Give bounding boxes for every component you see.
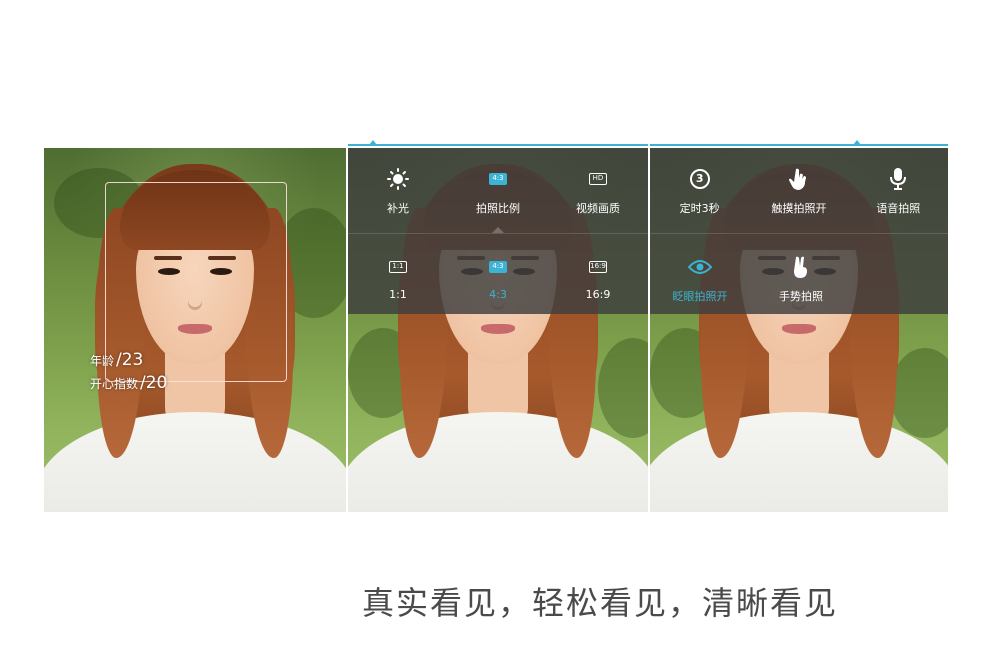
caption-slogan: 真实看见，轻松看见，清晰看见 bbox=[362, 584, 839, 622]
touch-capture-button[interactable]: 触摸拍照开 bbox=[754, 166, 844, 232]
menu-accent-line-1 bbox=[348, 144, 648, 146]
settings-tab-row: 补光 4:3 拍照比例 HD 视频画质 bbox=[348, 166, 648, 232]
menu-accent-tick-2 bbox=[853, 140, 861, 145]
ratio-option-4-3[interactable]: 4:3 4:3 bbox=[453, 254, 543, 306]
ratio-option-1-1[interactable]: 1:1 1:1 bbox=[353, 254, 443, 306]
menu-accent-tick-1 bbox=[369, 140, 377, 145]
touch-capture-label: 触摸拍照开 bbox=[771, 202, 827, 215]
voice-capture-button[interactable]: 语音拍照 bbox=[853, 166, 943, 232]
tab-fill-light[interactable]: 补光 bbox=[353, 166, 443, 232]
ratio-option-1-1-label: 1:1 bbox=[389, 288, 407, 301]
timer-3s-label: 定时3秒 bbox=[679, 202, 720, 215]
camera-settings-menu: 补光 4:3 拍照比例 HD 视频画质 1:1 1:1 4:3 4:3 16:9… bbox=[348, 148, 648, 314]
tab-photo-ratio-label: 拍照比例 bbox=[476, 202, 520, 215]
aspect-ratio-icon: 4:3 bbox=[489, 166, 507, 192]
timer-icon: 3 bbox=[689, 166, 710, 192]
tab-photo-ratio[interactable]: 4:3 拍照比例 bbox=[453, 166, 543, 232]
ratio-option-16-9-label: 16:9 bbox=[585, 288, 611, 301]
gesture-capture-button[interactable]: 手势拍照 bbox=[756, 254, 846, 306]
victory-hand-icon bbox=[791, 254, 811, 280]
tab-video-quality-label: 视频画质 bbox=[576, 202, 620, 215]
ratio-options-row: 1:1 1:1 4:3 4:3 16:9 16:9 bbox=[348, 254, 648, 306]
ratio-4-3-icon: 4:3 bbox=[489, 254, 507, 280]
ratio-settings-panel: 补光 4:3 拍照比例 HD 视频画质 1:1 1:1 4:3 4:3 16:9… bbox=[348, 148, 648, 512]
smile-index-stat: 开心指数 /20 bbox=[90, 373, 167, 393]
smile-index-label: 开心指数 bbox=[90, 377, 139, 391]
age-label: 年龄 bbox=[90, 354, 115, 368]
capture-modes-panel: 3 定时3秒 触摸拍照开 语音拍照 眨眼拍照开 手势拍照 bbox=[650, 148, 948, 512]
capture-modes-menu: 3 定时3秒 触摸拍照开 语音拍照 眨眼拍照开 手势拍照 bbox=[650, 148, 948, 314]
timer-3s-button[interactable]: 3 定时3秒 bbox=[655, 166, 745, 232]
ratio-option-4-3-label: 4:3 bbox=[489, 288, 507, 301]
face-detect-panel: 年龄 /23 开心指数 /20 bbox=[44, 148, 346, 512]
age-stat: 年龄 /23 bbox=[90, 350, 143, 370]
age-value: /23 bbox=[116, 350, 144, 370]
tab-video-quality[interactable]: HD 视频画质 bbox=[553, 166, 643, 232]
sun-icon bbox=[387, 166, 409, 192]
blink-capture-label: 眨眼拍照开 bbox=[672, 290, 728, 303]
video-quality-icon: HD bbox=[589, 166, 607, 192]
gesture-capture-label: 手势拍照 bbox=[779, 290, 823, 303]
menu-accent-line-2 bbox=[650, 144, 948, 146]
microphone-icon bbox=[890, 166, 907, 192]
capture-modes-row-1: 3 定时3秒 触摸拍照开 语音拍照 bbox=[650, 166, 948, 232]
blink-capture-button[interactable]: 眨眼拍照开 bbox=[655, 254, 745, 306]
eye-icon bbox=[688, 254, 712, 280]
smile-index-value: /20 bbox=[140, 373, 168, 393]
ratio-1-1-icon: 1:1 bbox=[389, 254, 407, 280]
ratio-16-9-icon: 16:9 bbox=[589, 254, 607, 280]
capture-modes-row-2: 眨眼拍照开 手势拍照 bbox=[650, 254, 948, 306]
tab-fill-light-label: 补光 bbox=[387, 202, 409, 215]
touch-hand-icon bbox=[788, 166, 809, 192]
ratio-option-16-9[interactable]: 16:9 16:9 bbox=[553, 254, 643, 306]
voice-capture-label: 语音拍照 bbox=[876, 202, 921, 215]
